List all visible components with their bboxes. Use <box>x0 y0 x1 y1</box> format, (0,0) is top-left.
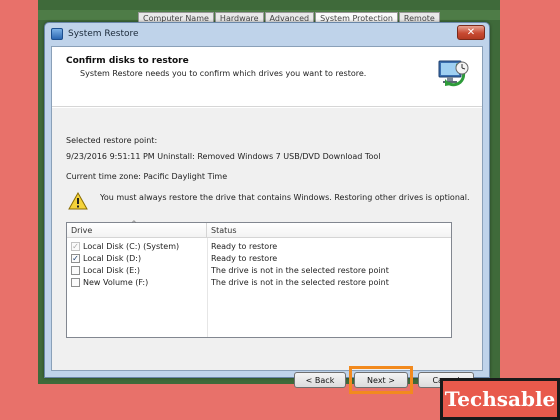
drive-cell: ✓ Local Disk (D:) <box>67 253 207 263</box>
checkbox-icon: ✓ <box>71 241 80 251</box>
system-restore-dialog: System Restore ✕ Confirm disks to restor… <box>44 22 490 394</box>
column-status[interactable]: Status <box>207 223 241 238</box>
close-icon: ✕ <box>466 27 476 38</box>
drive-name: Local Disk (D:) <box>83 253 142 263</box>
timezone-text: Current time zone: Pacific Daylight Time <box>66 172 228 181</box>
checkbox-icon[interactable] <box>71 265 80 275</box>
drive-cell: Local Disk (E:) <box>67 265 207 275</box>
table-row[interactable]: ✓ Local Disk (C:) (System) Ready to restor… <box>67 240 451 252</box>
warning-icon <box>68 192 88 210</box>
content-area: Selected restore point: 9/23/2016 9:51:1… <box>52 108 482 394</box>
back-button[interactable]: < Back <box>294 372 346 388</box>
restore-point-value: 9/23/2016 9:51:11 PM Uninstall: Removed … <box>66 152 381 161</box>
table-row[interactable]: New Volume (F:) The drive is not in the s… <box>67 276 451 288</box>
drive-name: New Volume (F:) <box>83 277 149 287</box>
drive-status: Ready to restore <box>211 253 278 263</box>
window-title: System Restore <box>68 29 139 39</box>
page-title: Confirm disks to restore <box>66 56 189 66</box>
drive-status: The drive is not in the selected restore… <box>211 265 389 275</box>
brand-logo: Techsable <box>440 378 560 420</box>
table-row[interactable]: ✓ Local Disk (D:) Ready to restore <box>67 252 451 264</box>
list-rows: ✓ Local Disk (C:) (System) Ready to restor… <box>67 240 451 288</box>
checkbox-icon[interactable]: ✓ <box>71 253 80 263</box>
checkbox-icon[interactable] <box>71 277 80 287</box>
drive-cell: New Volume (F:) <box>67 277 207 287</box>
column-drive[interactable]: Drive ^ <box>67 220 207 238</box>
drive-name: Local Disk (C:) (System) <box>83 241 180 251</box>
title-bar[interactable]: System Restore ✕ <box>45 23 489 45</box>
page-subtitle: System Restore needs you to confirm whic… <box>80 69 367 78</box>
restore-point-label: Selected restore point: <box>66 136 158 145</box>
drive-name: Local Disk (E:) <box>83 265 140 275</box>
table-row[interactable]: Local Disk (E:) The drive is not in the s… <box>67 264 451 276</box>
system-restore-icon <box>438 60 469 87</box>
close-button[interactable]: ✕ <box>457 25 485 40</box>
drive-status: Ready to restore <box>211 241 278 251</box>
drive-cell: ✓ Local Disk (C:) (System) <box>67 241 207 251</box>
window-icon <box>51 28 63 40</box>
list-header: Drive ^ Status <box>67 220 451 238</box>
warning-text: You must always restore the drive that c… <box>100 193 470 202</box>
header-band: Confirm disks to restore System Restore … <box>52 47 482 107</box>
drive-list[interactable]: Drive ^ Status ✓ Local Disk (C:) (System)… <box>66 220 452 338</box>
dialog-client-area: Confirm disks to restore System Restore … <box>51 46 483 394</box>
sort-arrow-icon: ^ <box>131 220 137 228</box>
drive-status: The drive is not in the selected restore… <box>211 277 389 287</box>
next-button[interactable]: Next > <box>354 372 408 388</box>
